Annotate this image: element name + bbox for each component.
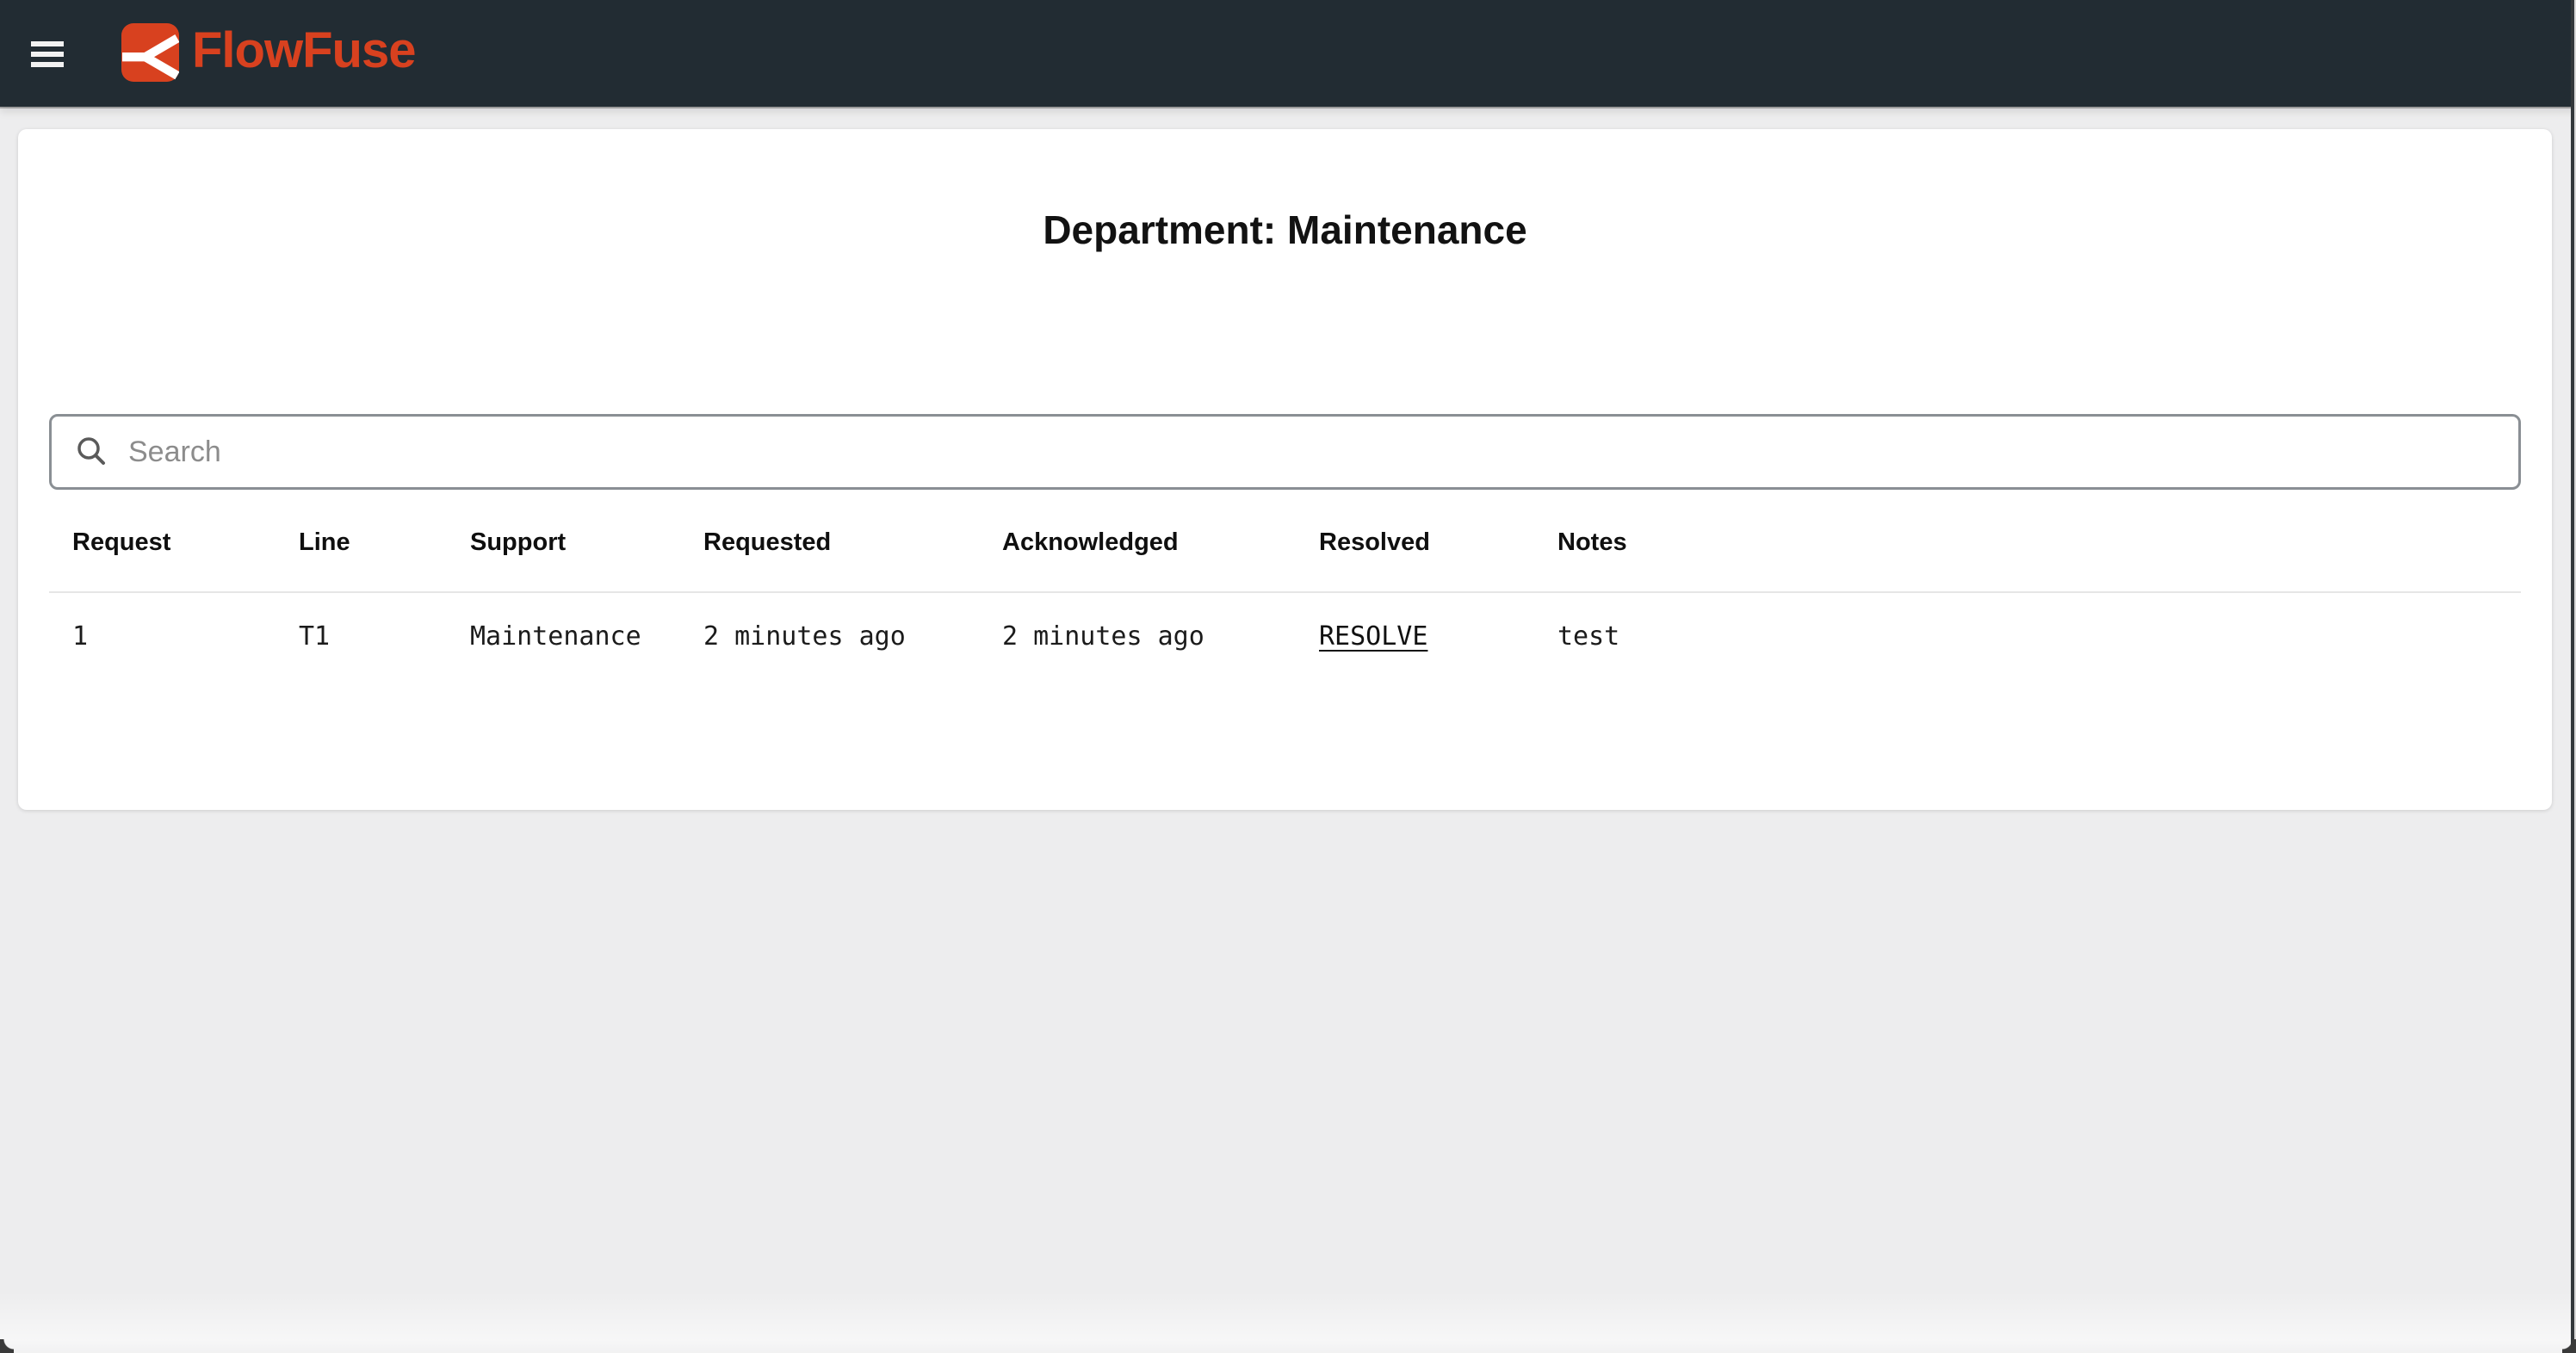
cell-acknowledged: 2 minutes ago	[979, 592, 1296, 680]
cell-requested: 2 minutes ago	[680, 592, 979, 680]
flowfuse-logo: FlowFuse	[121, 22, 415, 83]
requests-table: Request Line Support Requested Acknowled…	[49, 490, 2521, 680]
column-header-request: Request	[49, 490, 276, 592]
table-row: 1 T1 Maintenance 2 minutes ago 2 minutes…	[49, 592, 2521, 680]
column-header-acknowledged: Acknowledged	[979, 490, 1296, 592]
app-screen: FlowFuse Department: Maintenance Request	[0, 0, 2576, 1353]
column-header-line: Line	[276, 490, 447, 592]
resolve-link[interactable]: RESOLVE	[1319, 621, 1427, 652]
brand-name: FlowFuse	[192, 26, 415, 76]
cell-resolved: RESOLVE	[1296, 592, 1534, 680]
column-header-notes: Notes	[1534, 490, 2521, 592]
column-header-requested: Requested	[680, 490, 979, 592]
search-icon	[75, 436, 108, 468]
column-header-resolved: Resolved	[1296, 490, 1534, 592]
search-bar	[49, 414, 2521, 490]
menu-button[interactable]	[26, 34, 69, 74]
hamburger-icon	[31, 41, 64, 46]
column-header-support: Support	[447, 490, 680, 592]
cell-notes: test	[1534, 592, 2521, 680]
search-input[interactable]	[127, 416, 2518, 488]
cell-support: Maintenance	[447, 592, 680, 680]
cell-request: 1	[49, 592, 276, 680]
content-card: Department: Maintenance Request Line Sup…	[18, 129, 2552, 810]
window-bottom-sheen	[0, 1291, 2576, 1353]
flowfuse-logo-icon	[121, 23, 179, 82]
page-title: Department: Maintenance	[49, 210, 2521, 250]
table-header-row: Request Line Support Requested Acknowled…	[49, 490, 2521, 592]
window-corner-bottom-left	[0, 1339, 14, 1353]
cell-line: T1	[276, 592, 447, 680]
top-navbar: FlowFuse	[0, 0, 2576, 107]
